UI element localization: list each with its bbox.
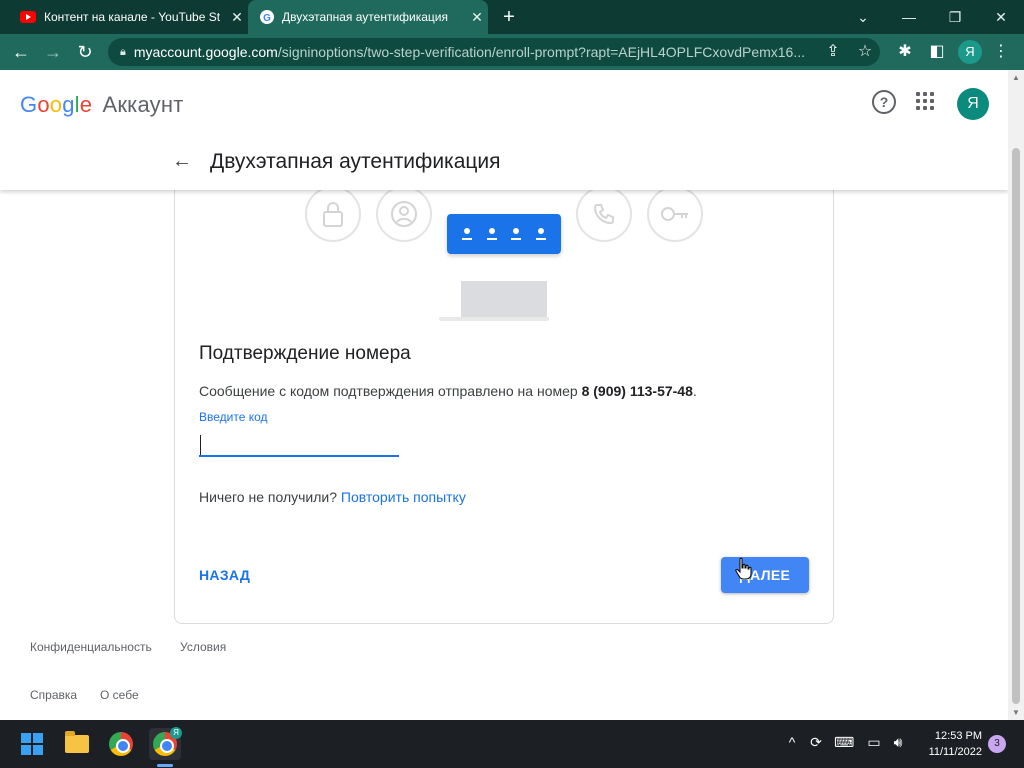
address-bar[interactable]: 🔒︎ myaccount.google.com /signinoptions/t… [108, 38, 880, 66]
close-window-button[interactable]: ✕ [978, 0, 1024, 34]
tab-title: Контент на канале - YouTube St [44, 10, 221, 24]
url-host: myaccount.google.com [133, 44, 278, 60]
footer-terms-link[interactable]: Условия [180, 640, 226, 654]
text-cursor [200, 435, 201, 455]
forward-button[interactable]: → [42, 41, 64, 63]
google-account-logo[interactable]: Google Аккаунт [20, 92, 184, 118]
active-app-indicator [157, 764, 173, 767]
resend-link[interactable]: Повторить попытку [341, 489, 466, 505]
scroll-down-icon[interactable]: ▼ [1012, 708, 1020, 717]
tray-overflow-icon[interactable]: ^ [782, 734, 802, 750]
minimize-button[interactable]: — [886, 0, 932, 34]
windows-logo-icon [21, 733, 43, 755]
tab-search-icon[interactable]: ⌄ [840, 0, 886, 34]
back-button[interactable]: ← [10, 41, 32, 63]
phone-illustration [461, 281, 547, 321]
account-header: Google Аккаунт ? Я ← Двухэтапная аутенти… [0, 70, 1008, 190]
lock-icon [305, 186, 361, 242]
verification-code-input[interactable] [199, 433, 399, 457]
restore-button[interactable]: ❐ [932, 0, 978, 34]
verification-illustration [175, 181, 835, 331]
svg-text:G: G [263, 13, 271, 24]
phone-shadow [439, 317, 549, 321]
bookmark-star-icon[interactable]: ☆ [854, 41, 876, 63]
scroll-up-icon[interactable]: ▲ [1012, 73, 1020, 82]
page-scrollbar[interactable]: ▲ ▼ [1008, 70, 1024, 720]
tab-bar: Контент на канале - YouTube St ✕ G Двухэ… [0, 0, 1024, 34]
menu-kebab-icon[interactable]: ⋮ [990, 41, 1012, 63]
tab-title: Двухэтапная аутентификация [282, 10, 449, 24]
notification-badge[interactable]: 3 [988, 735, 1006, 753]
scrollbar-thumb[interactable] [1012, 148, 1020, 704]
footer-help-link[interactable]: Справка [30, 688, 77, 702]
security-key-icon [647, 186, 703, 242]
extensions-icon[interactable]: ✱ [894, 41, 916, 63]
lock-icon: 🔒︎ [120, 45, 126, 58]
footer-about-link[interactable]: О себе [100, 688, 139, 702]
person-icon [376, 186, 432, 242]
profile-badge: Я [170, 727, 182, 739]
folder-icon [65, 731, 89, 753]
keyboard-icon[interactable]: ⌨ [834, 734, 854, 751]
sync-icon[interactable]: ⟳ [806, 734, 826, 751]
card-title: Подтверждение номера [199, 343, 411, 364]
reload-button[interactable]: ↻ [74, 41, 96, 63]
url-path: /signinoptions/two-step-verification/enr… [277, 44, 806, 60]
file-explorer-button[interactable] [61, 728, 93, 760]
close-tab-icon[interactable]: ✕ [226, 9, 248, 26]
windows-start-button[interactable] [16, 728, 48, 760]
youtube-icon [20, 11, 36, 23]
chrome-icon [109, 732, 133, 756]
phone-call-icon [576, 186, 632, 242]
clock-date: 11/11/2022 [928, 746, 982, 758]
product-name: Аккаунт [102, 92, 184, 117]
verification-message: Сообщение с кодом подтверждения отправле… [199, 383, 697, 399]
chrome-taskbar-button[interactable] [105, 728, 137, 760]
hand-cursor-icon [735, 557, 752, 580]
help-icon[interactable]: ? [872, 90, 896, 114]
browser-toolbar: ← → ↻ 🔒︎ myaccount.google.com /signinopt… [0, 34, 1024, 70]
back-arrow-icon[interactable]: ← [172, 150, 192, 173]
share-icon[interactable]: ⇪ [822, 41, 844, 63]
resend-prompt: Ничего не получили? Повторить попытку [199, 489, 466, 505]
close-tab-icon[interactable]: ✕ [466, 9, 488, 26]
tab-two-step-verification[interactable]: G Двухэтапная аутентификация ✕ [248, 0, 488, 34]
page-content: Google Аккаунт ? Я ← Двухэтапная аутенти… [0, 70, 1008, 720]
back-button[interactable]: НАЗАД [199, 567, 250, 583]
volume-icon[interactable]: 🔊︎ [888, 734, 908, 751]
code-field-label: Введите код [199, 410, 268, 424]
system-clock[interactable]: 12:53 PM 11/11/2022 [914, 728, 982, 760]
network-icon[interactable]: ▭ [864, 734, 884, 751]
page-title: Двухэтапная аутентификация [210, 150, 501, 173]
side-panel-icon[interactable]: ◧ [926, 41, 948, 63]
apps-grid-icon[interactable] [916, 92, 934, 110]
windows-taskbar: ^ ⟳ ⌨ ▭ 🔊︎ 12:53 PM 11/11/2022 3 [0, 720, 1024, 768]
phone-number: 8 (909) 113-57-48 [581, 383, 693, 399]
google-icon: G [260, 10, 274, 24]
footer-privacy-link[interactable]: Конфиденциальность [30, 640, 152, 654]
new-tab-button[interactable]: + [498, 6, 520, 28]
account-avatar[interactable]: Я [957, 88, 989, 120]
clock-time: 12:53 PM [934, 730, 982, 742]
code-dots-icon [447, 214, 561, 254]
tab-youtube-studio[interactable]: Контент на канале - YouTube St ✕ [8, 0, 248, 34]
profile-avatar[interactable]: Я [958, 40, 982, 64]
